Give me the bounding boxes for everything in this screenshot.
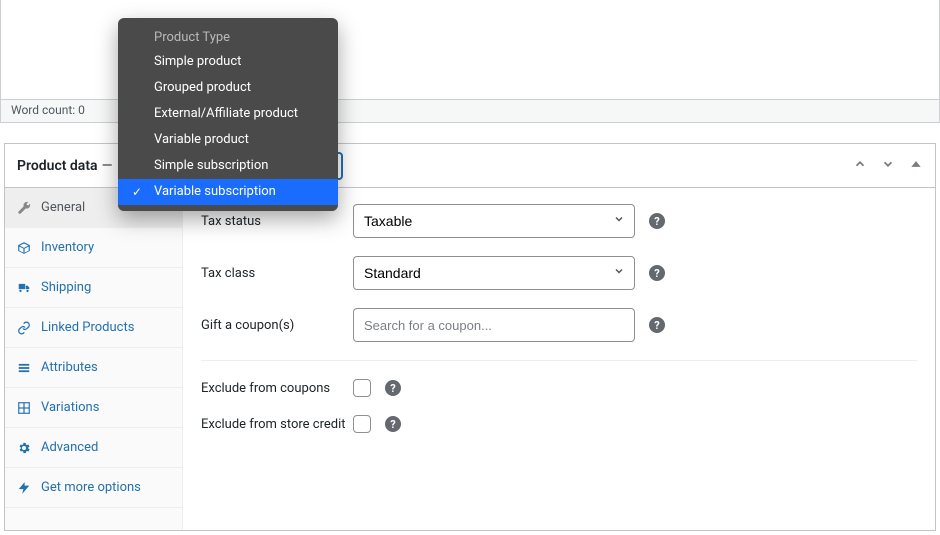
row-gift-coupon: Gift a coupon(s) ?: [201, 308, 917, 342]
sidebar-item-get-more-options[interactable]: Get more options: [5, 468, 182, 508]
help-gift-coupon[interactable]: ?: [649, 317, 665, 333]
link-icon: [17, 321, 31, 335]
inventory-icon: [17, 241, 31, 255]
product-type-option-external[interactable]: External/Affiliate product: [118, 101, 338, 127]
row-exclude-coupons: Exclude from coupons ?: [201, 379, 917, 397]
select-tax-class[interactable]: Standard: [353, 256, 635, 290]
label-gift-coupon: Gift a coupon(s): [201, 318, 353, 333]
label-exclude-coupons: Exclude from coupons: [201, 381, 353, 396]
sidebar-item-label: Shipping: [41, 280, 91, 295]
grid-icon: [17, 401, 31, 415]
product-type-option-variable[interactable]: Variable product: [118, 127, 338, 153]
gear-icon: [17, 441, 31, 455]
label-tax-status: Tax status: [201, 214, 353, 229]
select-tax-status[interactable]: Taxable: [353, 204, 635, 238]
dropdown-group-label: Product Type: [118, 24, 338, 49]
sidebar-item-inventory[interactable]: Inventory: [5, 228, 182, 268]
wrench-icon: [17, 201, 31, 215]
product-type-option-simple[interactable]: Simple product: [118, 49, 338, 75]
input-gift-coupon[interactable]: [353, 308, 635, 342]
sidebar-item-advanced[interactable]: Advanced: [5, 428, 182, 468]
help-exclude-coupons[interactable]: ?: [385, 380, 401, 396]
help-tax-class[interactable]: ?: [649, 265, 665, 281]
product-data-tabs: General Inventory Shipping Linked Produc…: [5, 188, 183, 530]
row-tax-class: Tax class Standard ?: [201, 256, 917, 290]
help-tax-status[interactable]: ?: [649, 213, 665, 229]
sidebar-item-attributes[interactable]: Attributes: [5, 348, 182, 388]
sidebar-item-label: Attributes: [41, 360, 98, 375]
panel-header-controls: [853, 157, 923, 175]
bolt-icon: [17, 481, 31, 495]
checkbox-exclude-store-credit[interactable]: [353, 415, 371, 433]
panel-toggle-icon[interactable]: [909, 157, 923, 175]
sidebar-item-label: General: [41, 200, 85, 215]
panel-dash: —: [102, 158, 113, 174]
product-type-option-simple-sub[interactable]: Simple subscription: [118, 153, 338, 179]
label-exclude-store-credit: Exclude from store credit: [201, 417, 353, 432]
product-type-option-variable-sub[interactable]: Variable subscription: [118, 179, 338, 205]
divider: [201, 360, 917, 361]
product-data-body: General Inventory Shipping Linked Produc…: [5, 188, 935, 530]
sidebar-item-label: Variations: [41, 400, 99, 415]
label-tax-class: Tax class: [201, 266, 353, 281]
sidebar-item-linked-products[interactable]: Linked Products: [5, 308, 182, 348]
product-type-dropdown[interactable]: Product Type Simple product Grouped prod…: [118, 18, 338, 211]
panel-title: Product data: [17, 158, 98, 174]
row-exclude-store-credit: Exclude from store credit ?: [201, 415, 917, 433]
product-type-option-grouped[interactable]: Grouped product: [118, 75, 338, 101]
general-tab-content: Tax status Taxable ? Tax class Standard: [183, 188, 935, 530]
move-up-icon[interactable]: [853, 157, 867, 175]
list-icon: [17, 361, 31, 375]
sidebar-item-label: Advanced: [41, 440, 98, 455]
help-exclude-store-credit[interactable]: ?: [385, 416, 401, 432]
checkbox-exclude-coupons[interactable]: [353, 379, 371, 397]
sidebar-item-label: Get more options: [41, 480, 141, 495]
word-count-text: Word count: 0: [11, 103, 85, 117]
move-down-icon[interactable]: [881, 157, 895, 175]
sidebar-item-shipping[interactable]: Shipping: [5, 268, 182, 308]
sidebar-item-label: Inventory: [41, 240, 94, 255]
truck-icon: [17, 281, 31, 295]
sidebar-item-label: Linked Products: [41, 320, 134, 335]
sidebar-item-variations[interactable]: Variations: [5, 388, 182, 428]
